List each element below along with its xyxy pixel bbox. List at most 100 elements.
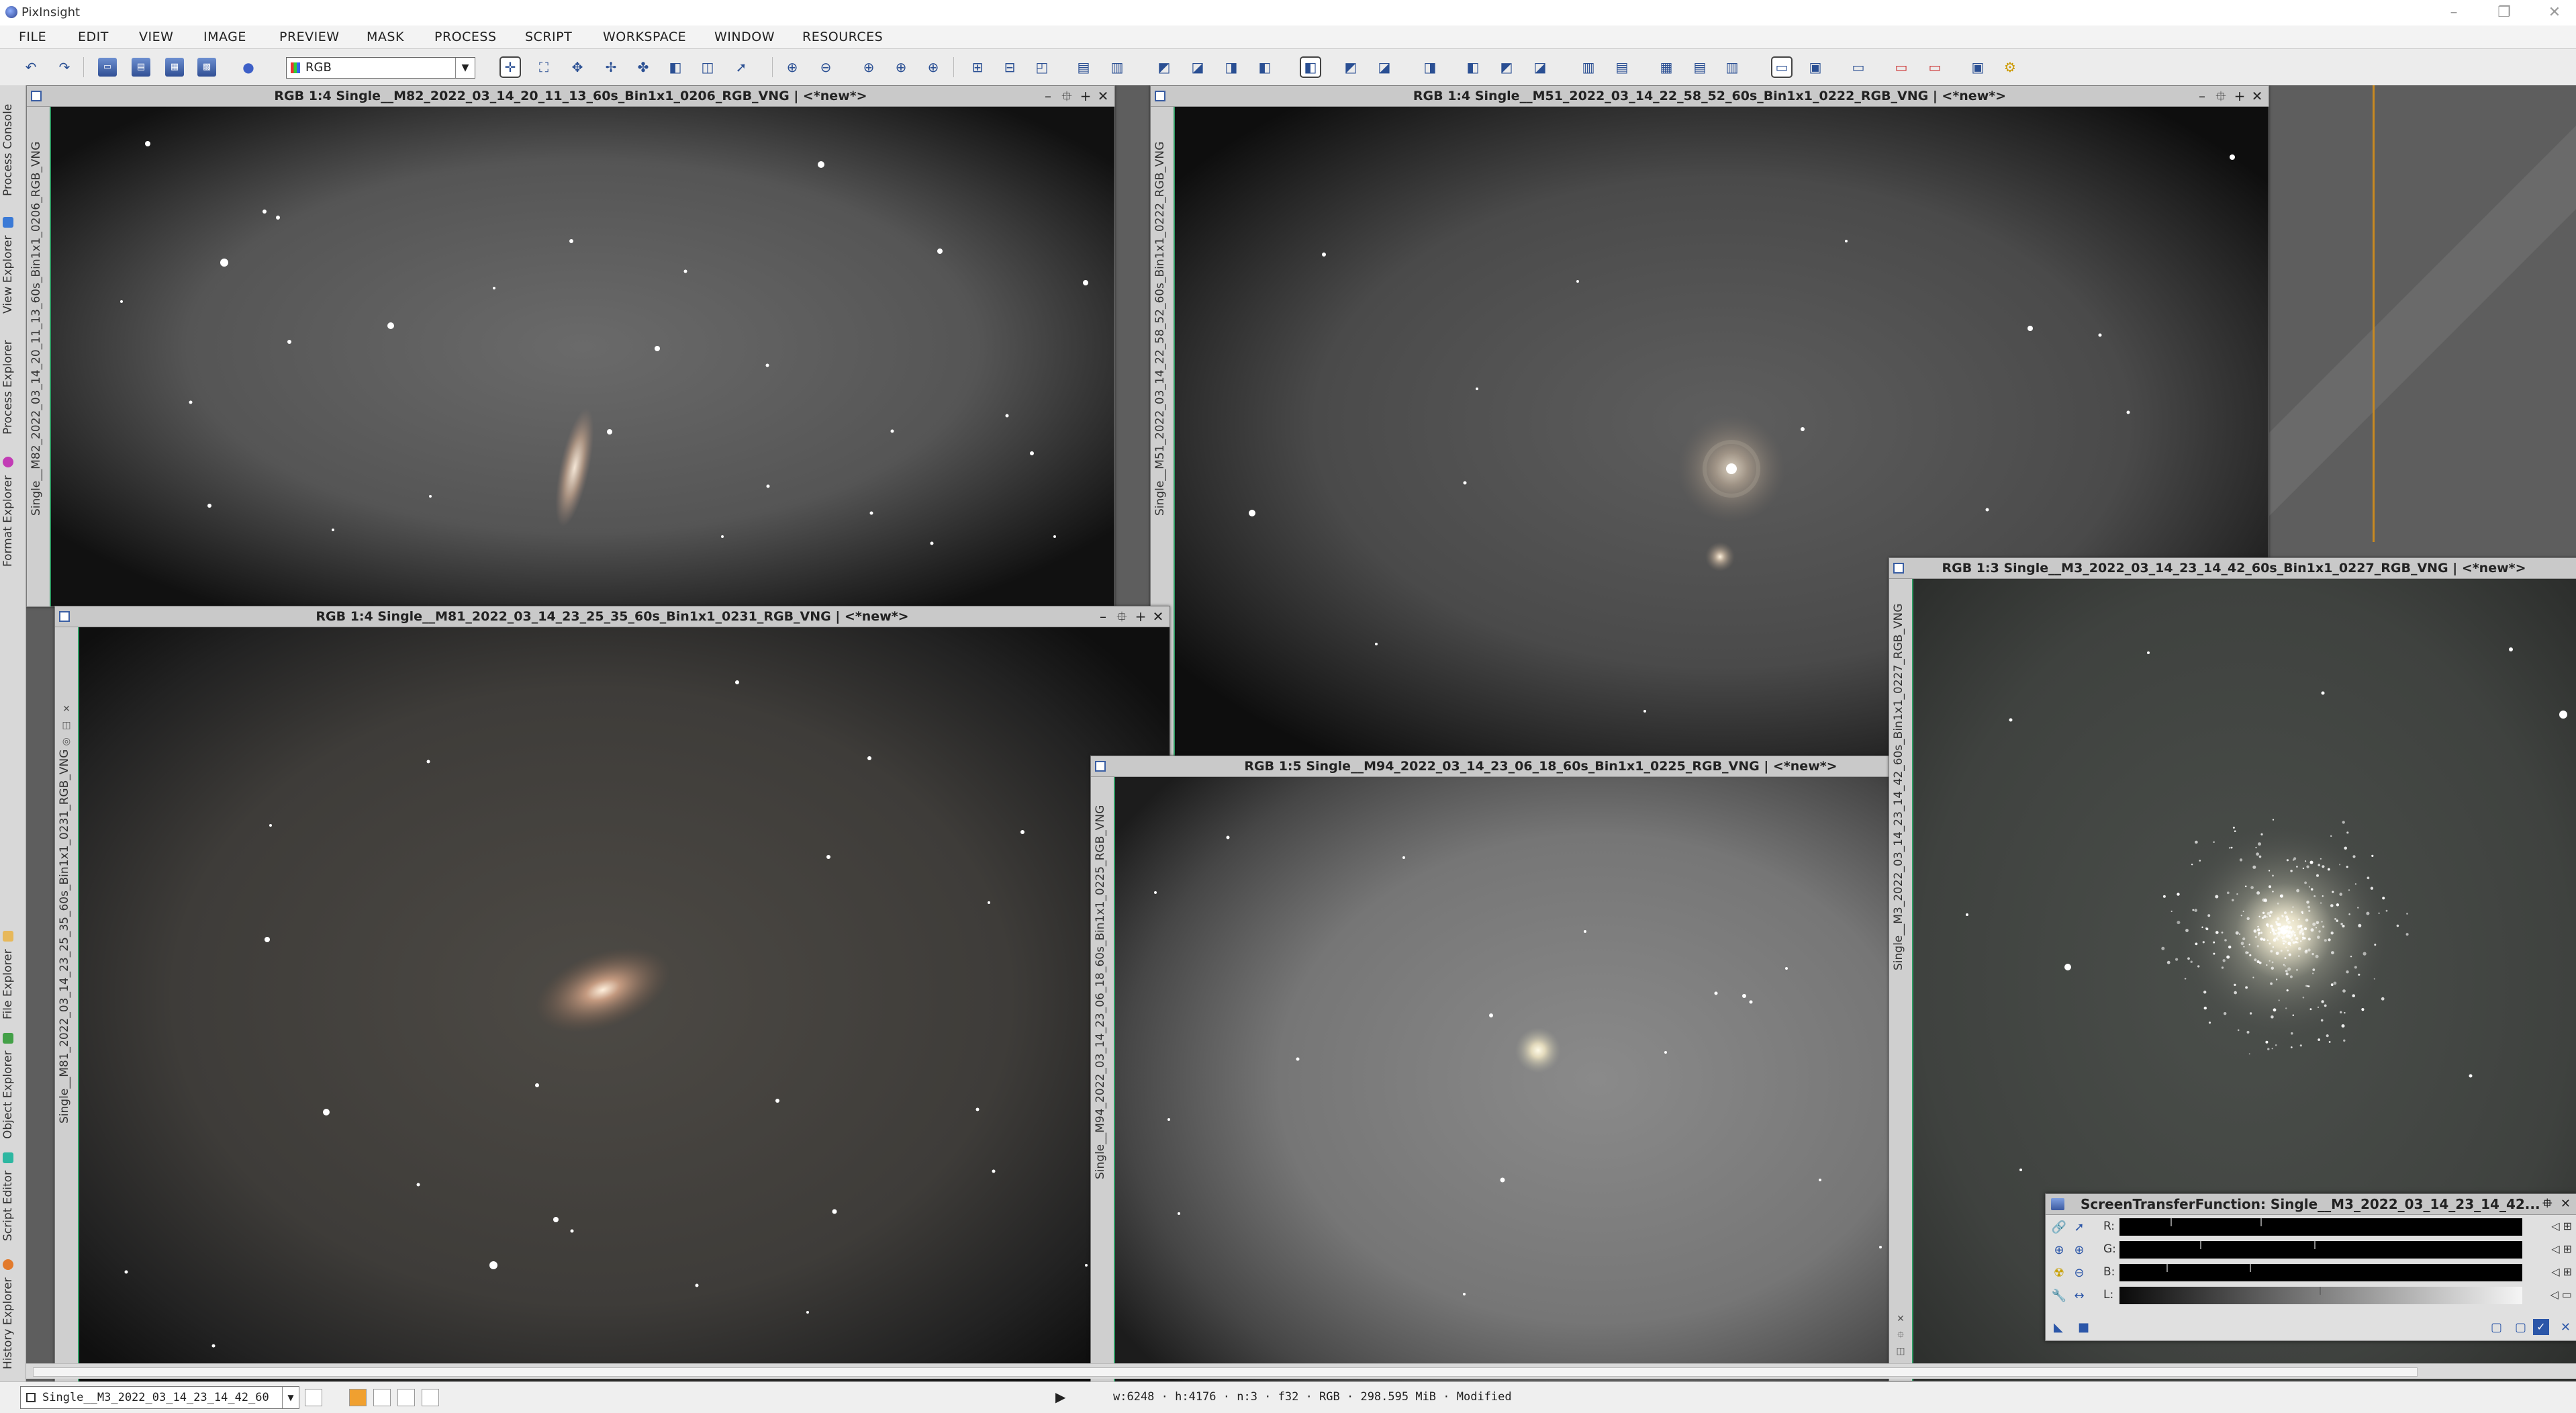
redo-icon[interactable]: ↷ [55,58,74,77]
apply-global-icon[interactable]: ■ [2078,1320,2089,1334]
channel-g-reset-icon[interactable]: ◁ ⊞ [2551,1242,2572,1255]
edit-preview-icon[interactable]: ➚ [732,58,751,77]
close-window-icon[interactable]: ✕ [2248,86,2266,106]
zoom-in-icon[interactable]: ⊕ [783,58,802,77]
history-redo-icon[interactable]: ◧ [1464,58,1482,77]
play-icon[interactable]: ▶ [1055,1389,1065,1405]
channel-r-slider[interactable] [2119,1218,2522,1236]
browse-doc-icon[interactable]: ▢ [2515,1320,2526,1334]
auto-stretch-icon[interactable]: ☢ [2051,1265,2067,1281]
mask-show-icon[interactable]: ◨ [1222,58,1241,77]
window-tile-h-icon[interactable]: ▤ [1074,58,1093,77]
history-compare-icon[interactable]: ◩ [1497,58,1516,77]
workspace-1-button[interactable] [349,1389,367,1406]
open-icon[interactable]: ▤ [132,58,150,77]
shade-window-icon[interactable]: ⯐ [2543,1194,2553,1214]
zoom-fit-icon[interactable]: ⊕ [892,58,910,77]
screen-transfer-function-panel[interactable]: ScreenTransferFunction: Single__M3_2022_… [2045,1193,2576,1341]
minimize-window-icon[interactable]: – [2193,86,2211,106]
history-undo-icon[interactable]: ◨ [1421,58,1439,77]
window-title-m51[interactable]: RGB 1:4 Single__M51_2022_03_14_22_58_52_… [1151,86,2269,107]
new-instance-icon[interactable]: ◣ [2054,1320,2063,1334]
display-icon[interactable]: ▭ [1771,56,1793,78]
zoom-out-icon[interactable]: ⊖ [2071,1265,2087,1281]
settings-gear-icon[interactable]: ⚙ [2001,58,2019,77]
save-as-icon[interactable]: ▩ [197,58,216,77]
close-window-icon[interactable]: ✕ [2561,1194,2571,1214]
minimize-window-icon[interactable]: – [1039,86,1057,106]
new-window-icon[interactable] [305,1389,322,1406]
zoom-mode-icon[interactable]: ⛶ [534,58,553,77]
workspace-icon[interactable]: ▣ [1968,58,1987,77]
shade-window-icon[interactable]: ⯐ [1113,606,1131,627]
readout-mode-icon[interactable]: ✛ [499,56,521,78]
window-title-m94[interactable]: RGB 1:5 Single__M94_2022_03_14_23_06_18_… [1091,756,1991,777]
restore-icon[interactable]: ❐ [2487,3,2521,23]
maximize-window-icon[interactable]: + [2231,86,2248,106]
zoom-1-1-icon[interactable]: ⊕ [859,58,878,77]
reset-icon[interactable]: ✕ [2561,1320,2571,1334]
apply-checkmark-icon[interactable]: ✓ [2533,1319,2549,1335]
image-window-m94[interactable]: RGB 1:5 Single__M94_2022_03_14_23_06_18_… [1090,756,1991,1381]
menu-window[interactable]: WINDOW [714,30,775,44]
scrollbar-thumb[interactable] [33,1367,2418,1377]
mask-remove-icon[interactable]: ◧ [1255,58,1274,77]
color-management-icon[interactable]: ● [239,58,258,77]
menu-view[interactable]: VIEW [139,30,173,44]
explorer-right-icon[interactable]: ▤ [1613,58,1631,77]
window-menu-icon[interactable] [1095,761,1106,772]
tab-format-explorer[interactable]: Format Explorer [1,455,24,569]
workspace-4-button[interactable] [422,1389,439,1406]
minimize-icon[interactable]: – [2437,3,2471,23]
channel-r-reset-icon[interactable]: ◁ ⊞ [2551,1220,2572,1232]
new-image-icon[interactable]: ▭ [98,58,117,77]
menu-process[interactable]: PROCESS [434,30,497,44]
window-menu-icon[interactable] [59,611,70,622]
image-display-icon[interactable]: ▣ [1806,58,1825,77]
image-canvas-m94[interactable] [1115,777,1991,1381]
channel-b-slider[interactable] [2119,1264,2522,1281]
window-title-m82[interactable]: RGB 1:4 Single__M82_2022_03_14_20_11_13_… [27,86,1114,107]
minimize-window-icon[interactable]: – [1094,606,1112,627]
preview-mode-icon[interactable]: ◫ [698,58,717,77]
stf-title-bar[interactable]: ScreenTransferFunction: Single__M3_2022_… [2046,1194,2576,1215]
maximize-window-icon[interactable]: + [1132,606,1149,627]
window-menu-icon[interactable] [1893,563,1904,574]
explorer-left-icon[interactable]: ▥ [1579,58,1598,77]
alert-screen2-icon[interactable]: ▭ [1925,58,1944,77]
zoom-optimal-icon[interactable]: ⊕ [924,58,943,77]
channel-l-reset-icon[interactable]: ◁ ▭ [2550,1288,2572,1301]
tab-history-explorer[interactable]: History Explorer [1,1254,24,1375]
view-selector[interactable]: Single__M3_2022_03_14_23_14_42_60 ▼ [20,1386,299,1409]
image-canvas-m82[interactable] [51,107,1114,606]
menu-edit[interactable]: EDIT [78,30,109,44]
zoom-in-icon[interactable]: ⊕ [2051,1242,2067,1259]
mask-enable-icon[interactable]: ◩ [1155,58,1174,77]
workspace-scrollbar[interactable] [26,1363,2576,1379]
tab-process-console[interactable]: Process Console [1,89,24,210]
layout-alt-icon[interactable]: ▥ [1723,58,1742,77]
dynamic-pan-icon[interactable]: ✤ [634,58,653,77]
wrench-icon[interactable]: 🔧 [2051,1288,2067,1304]
channel-select[interactable]: RGB ▼ [286,57,475,79]
window-menu-icon[interactable] [31,91,42,101]
shade-window-icon[interactable]: ⯐ [1058,86,1076,106]
format-icon[interactable]: ▦ [1657,58,1676,77]
alert-screen-icon[interactable]: ▭ [1892,58,1911,77]
zoom-out-icon[interactable]: ⊖ [816,58,835,77]
tab-process-explorer[interactable]: Process Explorer [1,327,24,448]
tab-file-explorer[interactable]: File Explorer [1,925,24,1025]
menu-image[interactable]: IMAGE [203,30,246,44]
stf-reset-icon[interactable]: ◪ [1375,58,1394,77]
tab-object-explorer[interactable]: Object Explorer [1,1032,24,1140]
save-icon[interactable]: ▦ [165,58,184,77]
window-menu-icon[interactable] [1155,91,1165,101]
menu-resources[interactable]: RESOURCES [802,30,883,44]
stf-link-icon[interactable]: ◧ [1300,56,1321,78]
channel-l-slider[interactable] [2119,1287,2522,1304]
cascade-icon[interactable]: ⊟ [1000,58,1019,77]
menu-script[interactable]: SCRIPT [525,30,572,44]
menu-mask[interactable]: MASK [367,30,404,44]
history-clear-icon[interactable]: ◪ [1531,58,1549,77]
workspace-3-button[interactable] [397,1389,415,1406]
